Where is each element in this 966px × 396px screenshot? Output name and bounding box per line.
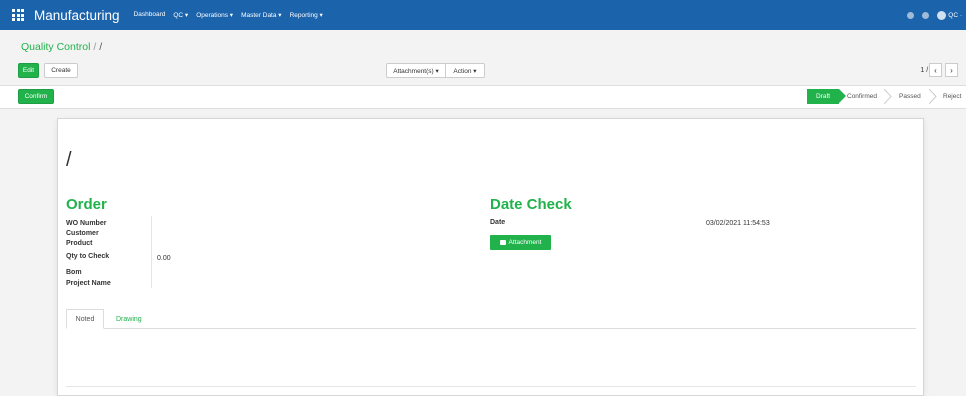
field-separator <box>151 216 152 288</box>
attachment-button-label: Attachment <box>508 239 542 246</box>
next-record-button[interactable]: › <box>945 63 958 77</box>
create-button[interactable]: Create <box>44 63 78 78</box>
folder-icon <box>499 240 506 245</box>
confirm-button[interactable]: Confirm <box>18 89 54 104</box>
tab-noted[interactable]: Noted <box>66 309 104 329</box>
attachment-button[interactable]: Attachment <box>490 235 551 250</box>
record-title: / <box>66 149 72 171</box>
edit-button[interactable]: Edit <box>18 63 39 78</box>
menu-dashboard[interactable]: Dashboard <box>134 11 166 19</box>
apps-grid-icon[interactable] <box>12 9 26 21</box>
tab-drawing[interactable]: Drawing <box>116 309 142 329</box>
wo-number-label: WO Number <box>66 220 107 227</box>
chevron-right-icon: › <box>950 65 953 75</box>
top-navbar: Manufacturing Dashboard QC ▾ Operations … <box>0 0 966 30</box>
chat-bubbles-icon[interactable] <box>922 11 930 19</box>
menu-reporting[interactable]: Reporting ▾ <box>290 11 323 19</box>
prev-record-button[interactable]: ‹ <box>929 63 942 77</box>
navbar-systray: QC · <box>899 0 962 30</box>
bom-label: Bom <box>66 269 82 276</box>
main-menu: Dashboard QC ▾ Operations ▾ Master Data … <box>134 11 331 19</box>
app-brand[interactable]: Manufacturing <box>34 8 120 23</box>
date-check-group-title: Date Check <box>490 196 572 213</box>
activity-clock-icon[interactable] <box>907 11 915 19</box>
stage-draft: Draft <box>807 89 846 104</box>
order-group-title: Order <box>66 196 107 213</box>
date-label: Date <box>490 219 506 226</box>
action-dropdown[interactable]: Action ▾ <box>446 63 485 78</box>
breadcrumb-current: / <box>99 41 103 53</box>
statusbar-divider <box>0 108 966 109</box>
notebook-tabs: Noted Drawing <box>66 309 916 329</box>
form-sheet: / Order WO Number Customer Product Qty t… <box>57 118 924 396</box>
user-avatar-icon[interactable] <box>937 10 947 20</box>
menu-operations[interactable]: Operations ▾ <box>196 11 233 19</box>
breadcrumb: Quality Control / / <box>21 41 102 53</box>
tab-content-divider <box>66 386 916 387</box>
qty-to-check-label: Qty to Check <box>66 253 110 260</box>
customer-label: Customer <box>66 230 99 237</box>
stage-arrow-icon <box>929 89 937 104</box>
date-field: 03/02/2021 11:54:53 <box>706 220 770 227</box>
stage-arrow-icon <box>884 89 892 104</box>
user-menu-label[interactable]: QC · <box>948 12 962 19</box>
project-name-label: Project Name <box>66 280 111 287</box>
stage-passed[interactable]: Passed <box>899 89 921 104</box>
menu-master-data[interactable]: Master Data ▾ <box>241 11 281 19</box>
stage-confirmed[interactable]: Confirmed <box>847 89 877 104</box>
qty-to-check-field: 0.00 <box>157 255 171 262</box>
attachments-dropdown[interactable]: Attachment(s) ▾ <box>386 63 446 78</box>
menu-qc[interactable]: QC ▾ <box>173 11 188 19</box>
chevron-left-icon: ‹ <box>934 65 937 75</box>
stage-reject[interactable]: Reject <box>943 89 961 104</box>
breadcrumb-parent[interactable]: Quality Control <box>21 41 90 53</box>
breadcrumb-separator: / <box>93 41 97 53</box>
product-label: Product <box>66 240 93 247</box>
